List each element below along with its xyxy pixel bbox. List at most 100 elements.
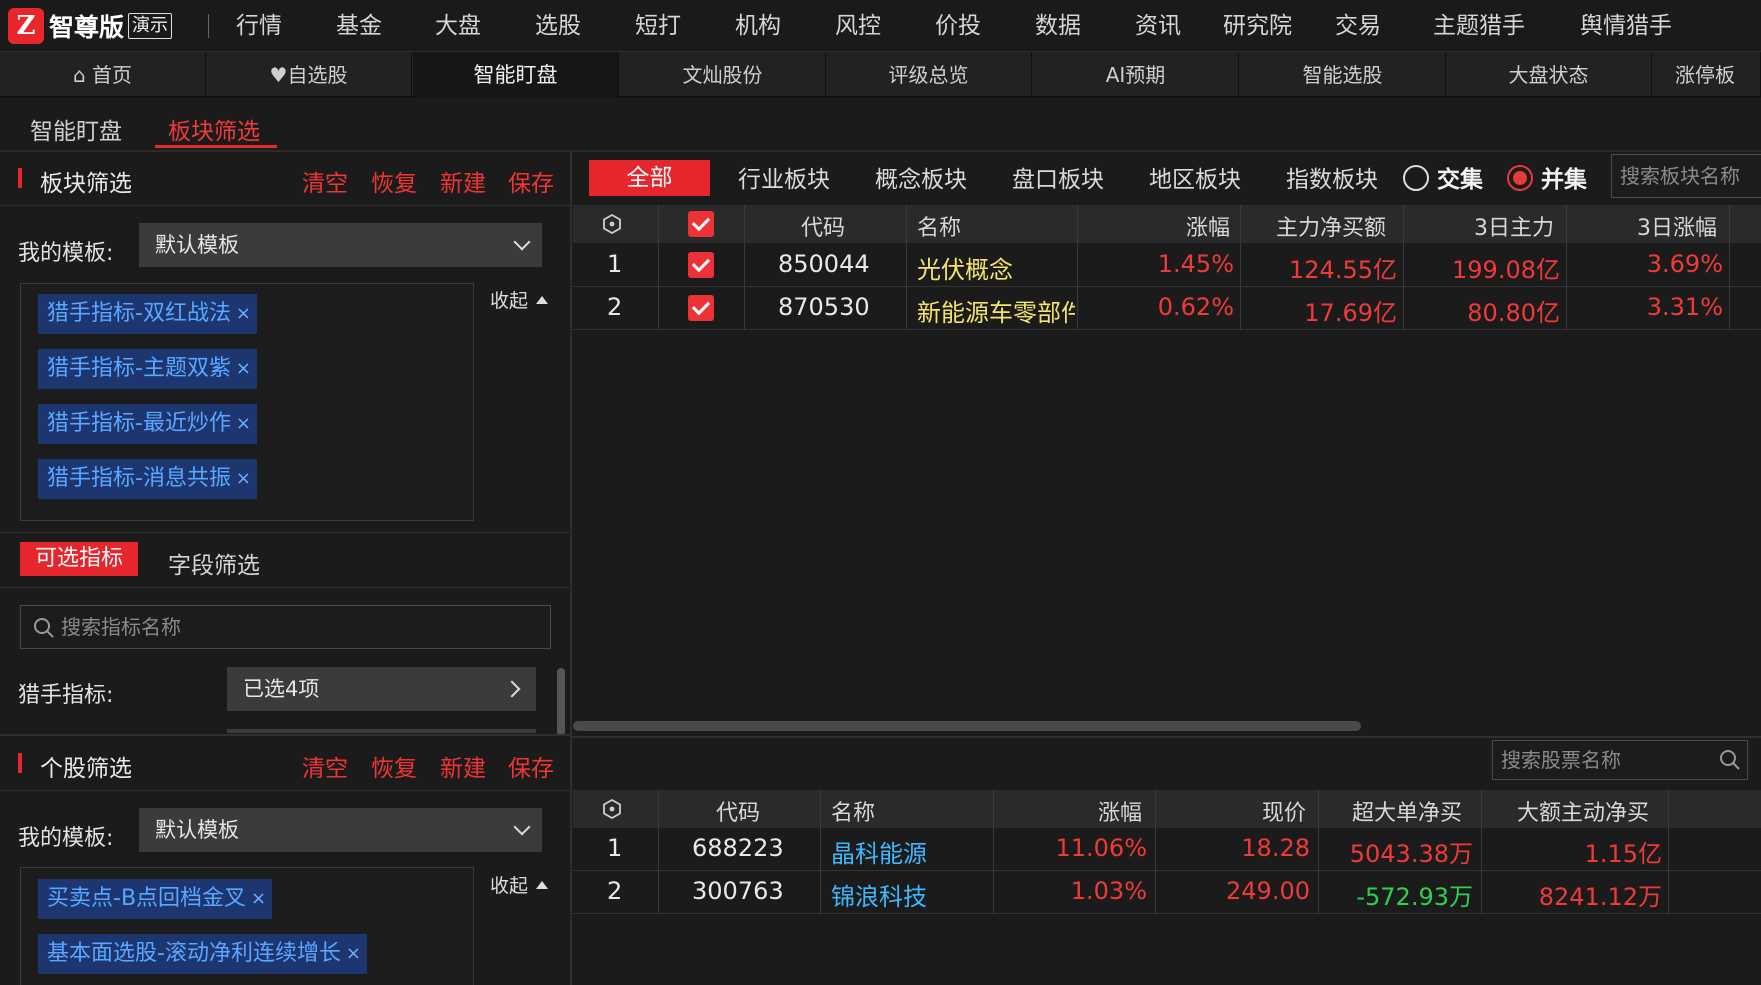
divider [0, 150, 1761, 152]
indicator-search-input[interactable]: 搜索指标名称 [20, 605, 551, 649]
panel-divider [570, 152, 572, 985]
menu-research[interactable]: 研究院 [1223, 0, 1292, 52]
stock-big-net-buy: 1.15亿 [1584, 840, 1662, 868]
stock-restore-button[interactable]: 恢复 [371, 749, 417, 783]
sector-name[interactable]: 新能源车零部件 [917, 293, 1075, 328]
brand-logo-icon: Z [8, 8, 44, 44]
tag-recent-hype[interactable]: 猎手指标-最近炒作 × [38, 404, 257, 444]
stock-new-button[interactable]: 新建 [440, 749, 486, 783]
col-price[interactable]: 现价 [1262, 795, 1306, 827]
stock-name[interactable]: 锦浪科技 [831, 877, 927, 912]
sector-template-select[interactable]: 默认模板 [139, 223, 542, 267]
tab-optional-indicators[interactable]: 可选指标 [20, 542, 138, 576]
col-divider [744, 205, 745, 329]
col-big-active-net-buy[interactable]: 大额主动净买 [1517, 795, 1649, 827]
menu-value[interactable]: 价投 [935, 0, 981, 52]
search-icon[interactable] [1719, 749, 1741, 771]
tab-wencan-stock[interactable]: 文灿股份 [620, 52, 826, 98]
select-all-checkbox[interactable] [688, 211, 714, 237]
remove-icon[interactable]: × [236, 349, 251, 389]
tab-limit-up[interactable]: 涨停板 [1653, 52, 1761, 98]
tag-net-profit-growth[interactable]: 基本面选股-滚动净利连续增长 × [38, 934, 367, 974]
sector-save-button[interactable]: 保存 [508, 164, 554, 198]
col-code[interactable]: 代码 [801, 210, 845, 242]
settings-hex-icon[interactable] [602, 799, 622, 819]
menu-theme-hunter[interactable]: 主题猎手 [1433, 0, 1525, 52]
category-industry[interactable]: 行业板块 [738, 160, 830, 194]
hunter-indicator-select[interactable]: 已选4项 [227, 667, 536, 711]
col-3day-main[interactable]: 3日主力 [1474, 210, 1554, 242]
tab-watchlist[interactable]: ♥自选股 [206, 52, 412, 98]
sector-net-buy: 124.55亿 [1289, 256, 1397, 284]
sector-name[interactable]: 光伏概念 [917, 250, 1075, 285]
menu-institution[interactable]: 机构 [735, 0, 781, 52]
menu-trade[interactable]: 交易 [1335, 0, 1381, 52]
stock-change: 11.06% [1055, 834, 1147, 862]
stock-name[interactable]: 晶科能源 [831, 834, 927, 869]
stock-clear-button[interactable]: 清空 [302, 749, 348, 783]
tag-double-red[interactable]: 猎手指标-双红战法 × [38, 294, 257, 334]
tab-market-status[interactable]: 大盘状态 [1446, 52, 1652, 98]
category-region[interactable]: 地区板块 [1149, 160, 1241, 194]
menu-stock-picking[interactable]: 选股 [535, 0, 581, 52]
category-all[interactable]: 全部 [589, 160, 710, 196]
menu-data[interactable]: 数据 [1035, 0, 1081, 52]
divider [0, 734, 570, 736]
tab-field-filter[interactable]: 字段筛选 [168, 546, 260, 580]
col-main-net-buy[interactable]: 主力净买额 [1276, 210, 1386, 242]
category-concept[interactable]: 概念板块 [875, 160, 967, 194]
row-checkbox[interactable] [688, 252, 714, 278]
menu-sentiment-hunter[interactable]: 舆情猎手 [1580, 0, 1672, 52]
row-checkbox[interactable] [688, 295, 714, 321]
settings-hex-icon[interactable] [602, 214, 622, 234]
col-xl-net-buy[interactable]: 超大单净买 [1352, 795, 1462, 827]
col-code[interactable]: 代码 [716, 795, 760, 827]
remove-icon[interactable]: × [236, 459, 251, 499]
col-name[interactable]: 名称 [831, 795, 875, 827]
tab-rating-overview[interactable]: 评级总览 [826, 52, 1032, 98]
menu-short-trade[interactable]: 短打 [635, 0, 681, 52]
tab-ai-forecast[interactable]: AI预期 [1033, 52, 1239, 98]
menu-market[interactable]: 行情 [236, 0, 282, 52]
col-change[interactable]: 涨幅 [1098, 795, 1142, 827]
stock-save-button[interactable]: 保存 [508, 749, 554, 783]
menu-news[interactable]: 资讯 [1135, 0, 1181, 52]
sector-search-input[interactable]: 搜索板块名称 [1611, 154, 1761, 198]
remove-icon[interactable]: × [346, 934, 361, 974]
tab-smart-monitor[interactable]: 智能盯盘 [413, 52, 619, 98]
sector-restore-button[interactable]: 恢复 [371, 164, 417, 198]
remove-icon[interactable]: × [236, 294, 251, 334]
union-radio[interactable] [1507, 165, 1533, 191]
remove-icon[interactable]: × [251, 879, 266, 919]
subtab-sector-filter[interactable]: 板块筛选 [168, 112, 260, 146]
sector-clear-button[interactable]: 清空 [302, 164, 348, 198]
tag-b-point-golden-cross[interactable]: 买卖点-B点回档金叉 × [38, 879, 273, 919]
col-change[interactable]: 涨幅 [1186, 210, 1230, 242]
stock-search-input[interactable]: 搜索股票名称 [1492, 740, 1748, 780]
menu-index[interactable]: 大盘 [435, 0, 481, 52]
col-3day-change[interactable]: 3日涨幅 [1637, 210, 1717, 242]
subtab-smart-monitor[interactable]: 智能盯盘 [30, 112, 122, 146]
left-scrollbar[interactable] [557, 668, 565, 736]
divider [572, 736, 1761, 738]
tab-home[interactable]: ⌂ 首页 [0, 52, 206, 98]
col-name[interactable]: 名称 [917, 210, 961, 242]
tab-smart-picking[interactable]: 智能选股 [1240, 52, 1446, 98]
sector-table-hscrollbar[interactable] [573, 721, 1361, 731]
chevron-down-icon [513, 818, 531, 836]
menu-fund[interactable]: 基金 [336, 0, 382, 52]
stock-collapse-toggle[interactable]: 收起 [490, 871, 549, 898]
intersection-radio[interactable] [1403, 165, 1429, 191]
stock-template-select[interactable]: 默认模板 [139, 808, 542, 852]
category-index[interactable]: 指数板块 [1286, 160, 1378, 194]
sector-change: 0.62% [1157, 293, 1234, 321]
sector-collapse-toggle[interactable]: 收起 [490, 286, 549, 313]
tag-news-resonance[interactable]: 猎手指标-消息共振 × [38, 459, 257, 499]
app-logo[interactable]: Z 智尊版 演示 [8, 8, 173, 44]
menu-risk[interactable]: 风控 [835, 0, 881, 52]
my-template-label: 我的模板: [18, 241, 114, 266]
category-quote[interactable]: 盘口板块 [1012, 160, 1104, 194]
sector-new-button[interactable]: 新建 [440, 164, 486, 198]
remove-icon[interactable]: × [236, 404, 251, 444]
tag-theme-purple[interactable]: 猎手指标-主题双紫 × [38, 349, 257, 389]
